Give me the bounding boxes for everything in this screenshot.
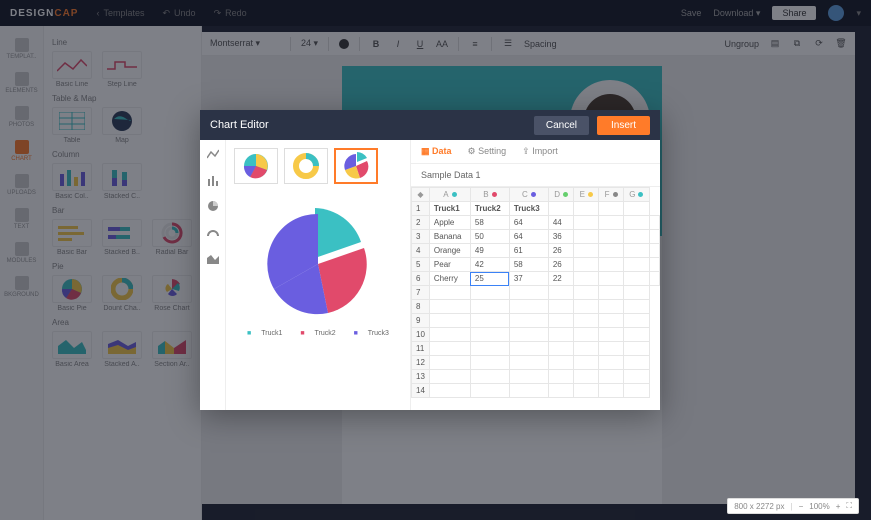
status-bar: 800 x 2272 px | − 100% + ⛶ [727, 498, 859, 514]
gauge-type-icon[interactable] [207, 226, 219, 238]
data-tabs: ▦ Data ⚙ Setting ⇪ Import [411, 140, 660, 164]
bar-type-icon[interactable] [207, 174, 219, 186]
chart-type-rail [200, 140, 226, 410]
preview-thumb-pie[interactable] [234, 148, 278, 184]
tab-import[interactable]: ⇪ Import [522, 146, 558, 157]
pie-type-icon[interactable] [207, 200, 219, 212]
line-type-icon[interactable] [207, 148, 219, 160]
pie-preview-chart [258, 204, 378, 324]
modal-title: Chart Editor [210, 119, 269, 131]
canvas-dims: 800 x 2272 px [734, 502, 784, 511]
data-grid[interactable]: ◆ABCDEFG1Truck1Truck2Truck32Apple5864443… [411, 187, 660, 410]
tab-data[interactable]: ▦ Data [421, 146, 452, 157]
chart-legend: ■ Truck1 ■ Truck2 ■ Truck3 [234, 330, 402, 337]
sample-data-select[interactable]: Sample Data 1 [411, 164, 660, 187]
chart-editor-modal: Chart Editor Cancel Insert [200, 110, 660, 410]
tab-setting[interactable]: ⚙ Setting [468, 146, 507, 157]
cancel-button[interactable]: Cancel [534, 116, 589, 135]
zoom-out[interactable]: − [799, 502, 804, 511]
chart-preview: ■ Truck1 ■ Truck2 ■ Truck3 [226, 140, 410, 410]
fit-icon[interactable]: ⛶ [846, 501, 852, 511]
preview-thumb-donut[interactable] [284, 148, 328, 184]
area-type-icon[interactable] [207, 252, 219, 264]
zoom-in[interactable]: + [836, 502, 841, 511]
zoom-value[interactable]: 100% [809, 502, 829, 511]
insert-button[interactable]: Insert [597, 116, 650, 135]
modal-header: Chart Editor Cancel Insert [200, 110, 660, 140]
preview-thumb-exploded[interactable] [334, 148, 378, 184]
